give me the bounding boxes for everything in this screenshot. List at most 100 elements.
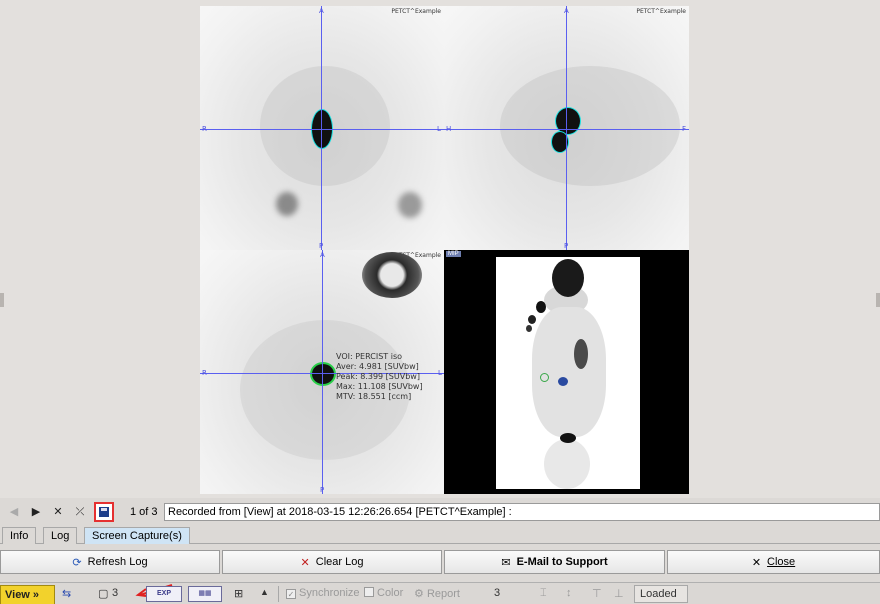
crosshair-vertical[interactable] (566, 6, 567, 250)
layout-toggle-icon[interactable]: ⇆ (62, 587, 71, 600)
tab-info[interactable]: Info (2, 527, 37, 544)
capture-page-count: 1 of 3 (130, 506, 158, 518)
log-tabs: Info Log Screen Capture(s) (0, 526, 880, 544)
tool-icon-b[interactable]: ↕ (566, 587, 572, 599)
report-icon: ⚙ (414, 588, 424, 600)
orientation-right: L (437, 125, 441, 133)
sagittal-view-pane[interactable]: PETCT^Example A P H F (444, 6, 689, 250)
crosshair-vertical[interactable] (322, 250, 323, 494)
mip-brain (552, 259, 584, 297)
mip-torso (532, 307, 606, 437)
close-icon: ✕ (751, 556, 762, 569)
orientation-bottom: P (564, 242, 569, 250)
export-button[interactable]: EXP (146, 586, 182, 602)
mip-bladder (560, 433, 576, 443)
mip-tag: MIP (446, 251, 461, 257)
pane-caption: PETCT^Example (636, 8, 686, 15)
mip-lesion-c (526, 325, 532, 332)
email-support-label: E-Mail to Support (516, 556, 608, 568)
series-cylinder-icon[interactable]: ▢ (98, 587, 108, 600)
envelope-icon: ✉ (501, 556, 511, 569)
mip-lesion-a (536, 301, 546, 313)
loaded-status: Loaded (634, 585, 688, 603)
orientation-right: L (438, 369, 442, 377)
clear-log-label: Clear Log (315, 556, 364, 568)
checkbox-icon (364, 587, 374, 597)
voi-name: VOI: PERCIST iso (336, 352, 403, 361)
app-window: PETCT^Example A P R L PETCT^Example A P … (0, 0, 880, 604)
fusion-layout-icon[interactable]: ⊞ (234, 587, 243, 600)
capture-record-field[interactable]: Recorded from [View] at 2018-03-15 12:26… (164, 503, 880, 521)
separator (278, 586, 279, 602)
right-panel-handle[interactable] (876, 293, 880, 307)
tab-screen-captures[interactable]: Screen Capture(s) (84, 527, 190, 544)
pane-caption: PETCT^Example (391, 8, 441, 15)
crosshair-vertical[interactable] (321, 6, 322, 250)
clear-icon: ✕ (300, 556, 310, 569)
tool-icon-d[interactable]: ⊥ (614, 587, 624, 600)
report-count: 3 (494, 587, 501, 599)
kidney-uptake-right (398, 192, 422, 218)
tool-icon-a[interactable]: ⌶ (540, 587, 547, 600)
status-bar: View » ⇆ ▢ 3 EXP ▦▦ ⊞ ▲ ✓ Synchronize Col… (0, 582, 880, 604)
mip-heart (574, 339, 588, 369)
crosshair-horizontal[interactable] (200, 129, 444, 130)
report-button[interactable]: ⚙ Report (414, 587, 460, 600)
triangle-up-icon[interactable]: ▲ (260, 587, 269, 597)
orientation-top: A (319, 7, 324, 15)
coronal-view-pane[interactable]: PETCT^Example A P R L VOI: PERCIST iso A… (200, 250, 444, 494)
capture-toolbar: ◀ ▶ ✕ ⤫ 1 of 3 Recorded from [View] at 2… (0, 500, 880, 524)
left-panel-handle[interactable] (0, 293, 4, 307)
color-checkbox[interactable]: Color (364, 587, 403, 599)
orientation-right: F (682, 125, 687, 133)
synchronize-label: Synchronize (299, 587, 360, 599)
series-count: 3 (112, 587, 119, 599)
delete-capture-button[interactable]: ✕ (50, 504, 66, 520)
refresh-icon: ⟳ (72, 556, 82, 569)
close-button[interactable]: ✕ Close (667, 550, 880, 574)
refresh-log-label: Refresh Log (87, 556, 148, 568)
voi-peak: Peak: 8.399 [SUVbw] (336, 372, 420, 381)
synchronize-checkbox[interactable]: ✓ Synchronize (286, 587, 360, 599)
kidney-uptake-left (276, 192, 298, 216)
lesion-hotspot (556, 108, 580, 134)
body-uptake (500, 66, 680, 186)
email-support-button[interactable]: ✉ E-Mail to Support (444, 550, 665, 574)
mip-lesion-b (528, 315, 536, 324)
voi-mtv: MTV: 18.551 [ccm] (336, 392, 412, 401)
checkbox-checked-icon: ✓ (286, 589, 296, 599)
action-buttons: ⟳ Refresh Log ✕ Clear Log ✉ E-Mail to Su… (0, 548, 880, 576)
voi-max: Max: 11.108 [SUVbw] (336, 382, 423, 391)
voi-average: Aver: 4.981 [SUVbw] (336, 362, 419, 371)
orientation-top: A (564, 7, 569, 15)
axial-view-pane[interactable]: PETCT^Example A P R L (200, 6, 444, 250)
close-label: Close (767, 556, 796, 568)
color-label: Color (377, 587, 404, 599)
tool-icon-c[interactable]: ⊤ (592, 587, 602, 600)
mip-view-pane[interactable]: MIP (444, 250, 689, 494)
layout-grid-button[interactable]: ▦▦ (188, 586, 222, 602)
orientation-left: R (202, 125, 207, 133)
mip-marker-blue (558, 377, 568, 386)
orientation-left: H (446, 125, 452, 133)
orientation-top: A (320, 251, 325, 259)
heart-uptake (362, 252, 422, 298)
delete-all-captures-button[interactable]: ⤫ (72, 504, 88, 520)
clear-log-button[interactable]: ✕ Clear Log (222, 550, 442, 574)
tab-log[interactable]: Log (43, 527, 78, 544)
refresh-log-button[interactable]: ⟳ Refresh Log (0, 550, 220, 574)
save-capture-button[interactable] (94, 502, 114, 522)
mip-marker-green (540, 373, 549, 382)
previous-capture-button[interactable]: ◀ (6, 504, 22, 520)
floppy-disk-icon (99, 507, 109, 517)
view-menu-label: View » (5, 589, 40, 601)
export-label: EXP (156, 590, 171, 597)
view-menu-button[interactable]: View » (0, 585, 55, 604)
next-capture-button[interactable]: ▶ (28, 504, 44, 520)
lesion-hotspot (312, 364, 334, 384)
voi-statistics: VOI: PERCIST iso Aver: 4.981 [SUVbw] Pea… (336, 352, 423, 402)
mip-image (496, 257, 640, 489)
image-viewer: PETCT^Example A P R L PETCT^Example A P … (0, 0, 880, 498)
orientation-left: R (202, 369, 207, 377)
orientation-bottom: P (320, 486, 325, 494)
